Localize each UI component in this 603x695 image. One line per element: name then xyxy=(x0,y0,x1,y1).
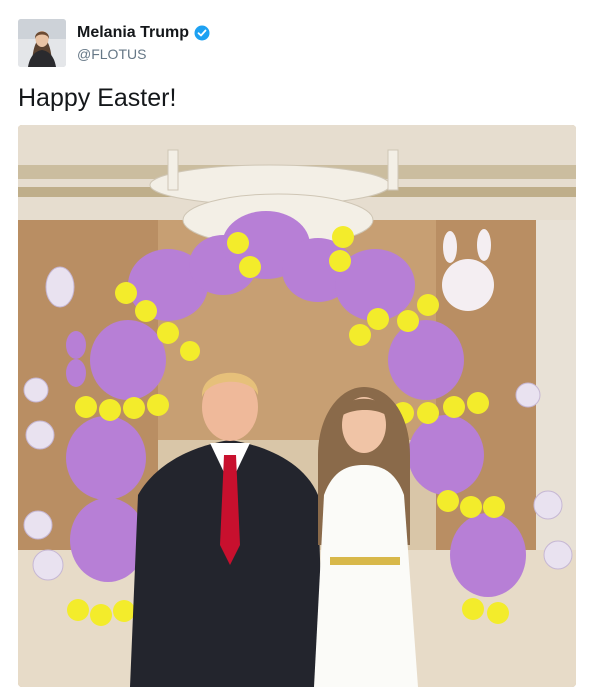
tweet-header: Melania Trump @FLOTUS xyxy=(18,18,210,68)
photo-easter-balloon-arch-icon xyxy=(18,125,576,687)
avatar[interactable] xyxy=(18,19,66,67)
verified-badge-icon xyxy=(194,25,210,41)
tweet-text: Happy Easter! xyxy=(18,84,177,112)
profile-photo-icon xyxy=(18,19,66,67)
author-display-name[interactable]: Melania Trump xyxy=(77,23,189,43)
author-handle[interactable]: @FLOTUS xyxy=(77,45,210,63)
tweet-photo[interactable] xyxy=(18,125,576,687)
